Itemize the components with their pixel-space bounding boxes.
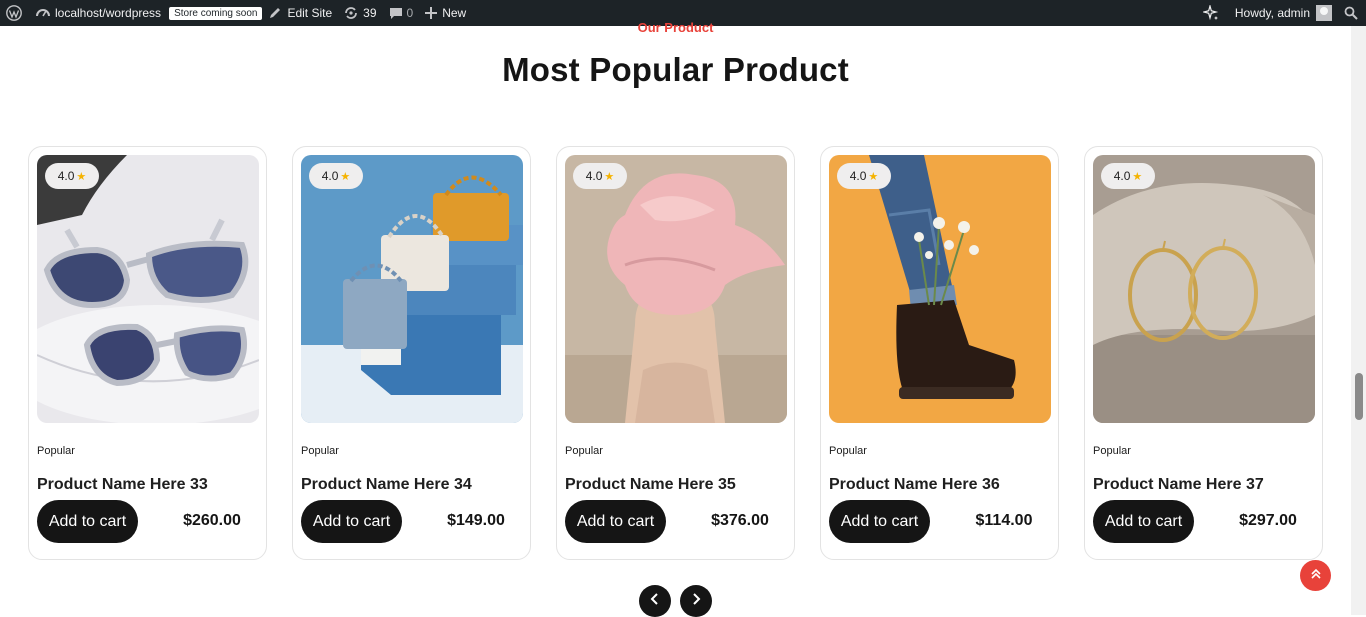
product-name[interactable]: Product Name Here 37 (1093, 476, 1264, 494)
add-to-cart-button[interactable]: Add to cart (37, 500, 138, 543)
scrollbar-thumb[interactable] (1355, 373, 1363, 420)
product-category[interactable]: Popular (565, 445, 603, 457)
star-icon: ★ (868, 170, 879, 183)
product-category[interactable]: Popular (37, 445, 75, 457)
rating-badge: 4.0 ★ (45, 163, 99, 189)
edit-site-label: Edit Site (287, 6, 333, 20)
product-card[interactable]: 4.0 ★ Popular Product Name Here 33 Add to… (28, 146, 267, 560)
product-price: $297.00 (1239, 512, 1297, 529)
rating-value: 4.0 (585, 169, 603, 183)
rating-value: 4.0 (57, 169, 75, 183)
rating-badge: 4.0 ★ (573, 163, 627, 189)
carousel-prev-button[interactable] (639, 585, 671, 617)
product-price: $149.00 (447, 512, 505, 529)
product-card[interactable]: 4.0 ★ Popular Product Name Here 34 Add to… (292, 146, 531, 560)
product-price: $260.00 (183, 512, 241, 529)
star-icon: ★ (1132, 170, 1143, 183)
rating-value: 4.0 (1113, 169, 1131, 183)
product-card[interactable]: 4.0 ★ Popular Product Name Here 37 Add to… (1084, 146, 1323, 560)
add-to-cart-button[interactable]: Add to cart (1093, 500, 1194, 543)
carousel-next-button[interactable] (680, 585, 712, 617)
product-name[interactable]: Product Name Here 34 (301, 476, 472, 494)
product-name[interactable]: Product Name Here 36 (829, 476, 1000, 494)
product-card[interactable]: 4.0 ★ Popular Product Name Here 35 Add to… (556, 146, 795, 560)
product-price: $114.00 (975, 512, 1033, 529)
product-image-pink-scarf[interactable]: 4.0 ★ (565, 155, 787, 423)
star-icon: ★ (340, 170, 351, 183)
section-title: Most Popular Product (502, 51, 849, 88)
star-icon: ★ (76, 170, 87, 183)
product-image-hoop-earrings[interactable]: 4.0 ★ (1093, 155, 1315, 423)
product-image-handbags[interactable]: 4.0 ★ (301, 155, 523, 423)
add-to-cart-button[interactable]: Add to cart (829, 500, 930, 543)
rating-badge: 4.0 ★ (837, 163, 891, 189)
product-image-boots-flowers[interactable]: 4.0 ★ (829, 155, 1051, 423)
product-name[interactable]: Product Name Here 35 (565, 476, 736, 494)
product-category[interactable]: Popular (829, 445, 867, 457)
new-label: New (442, 6, 467, 20)
rating-badge: 4.0 ★ (1101, 163, 1155, 189)
comments-icon (389, 6, 403, 20)
section-kicker: Our Product (637, 20, 714, 35)
add-to-cart-button[interactable]: Add to cart (301, 500, 402, 543)
rating-value: 4.0 (849, 169, 867, 183)
product-card[interactable]: 4.0 ★ Popular Product Name Here 36 Add to… (820, 146, 1059, 560)
comments-count: 0 (406, 6, 414, 20)
updates-count: 39 (363, 6, 377, 20)
chevron-up-icon (1310, 567, 1322, 585)
product-category[interactable]: Popular (1093, 445, 1131, 457)
updates-icon (344, 6, 358, 20)
star-icon: ★ (604, 170, 615, 183)
product-price: $376.00 (711, 512, 769, 529)
chevron-right-icon (691, 592, 701, 610)
product-name[interactable]: Product Name Here 33 (37, 476, 208, 494)
chevron-left-icon (650, 592, 660, 610)
rating-value: 4.0 (321, 169, 339, 183)
avatar (1316, 5, 1332, 21)
page-scrollbar[interactable] (1351, 26, 1366, 615)
site-name: localhost/wordpress (55, 6, 162, 20)
back-to-top-button[interactable] (1300, 560, 1331, 591)
store-coming-soon-badge[interactable]: Store coming soon (169, 6, 263, 20)
edit-site-icon (268, 6, 282, 20)
product-category[interactable]: Popular (301, 445, 339, 457)
add-to-cart-button[interactable]: Add to cart (565, 500, 666, 543)
dashboard-icon (36, 6, 50, 20)
howdy-label: Howdy, admin (1234, 6, 1310, 20)
product-image-sunglasses[interactable]: 4.0 ★ (37, 155, 259, 423)
plus-icon (425, 7, 438, 19)
rating-badge: 4.0 ★ (309, 163, 363, 189)
